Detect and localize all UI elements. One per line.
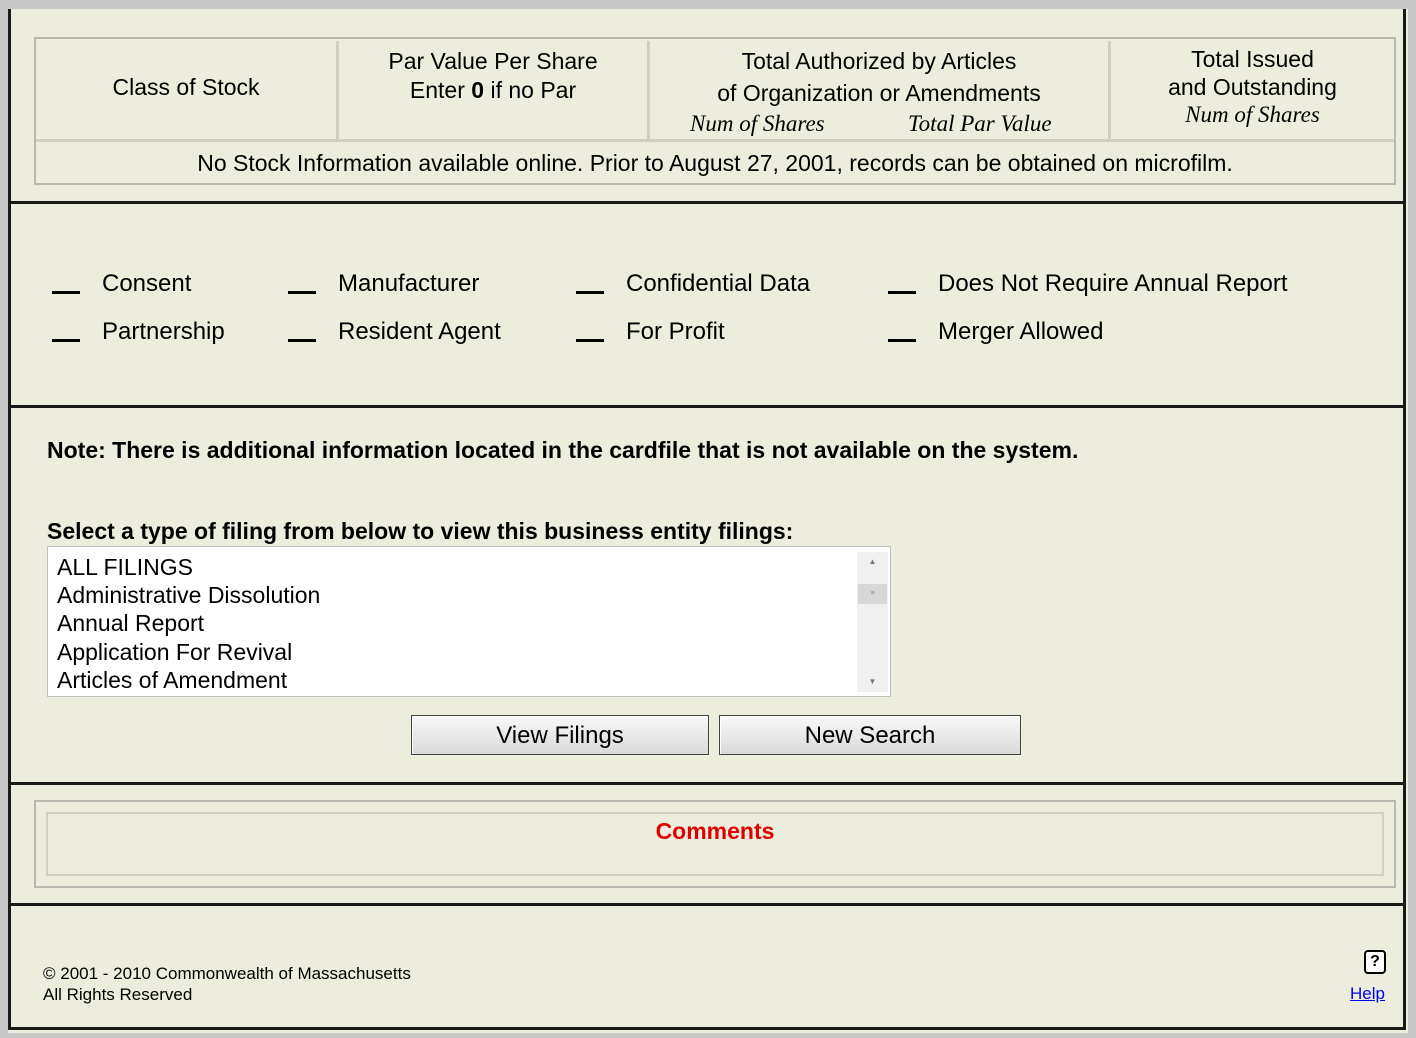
col-total-issued-line2: and Outstanding: [1168, 74, 1337, 100]
flag-confidential-data: Confidential Data: [576, 270, 810, 298]
filing-option[interactable]: ALL FILINGS: [57, 553, 193, 581]
unchecked-mark: [288, 291, 316, 294]
unchecked-mark: [52, 291, 80, 294]
flag-label: Partnership: [102, 318, 225, 345]
flag-resident-agent: Resident Agent: [288, 318, 501, 346]
flag-manufacturer: Manufacturer: [288, 270, 479, 298]
col-total-authorized-subheaders: Num of Shares Total Par Value: [650, 109, 1108, 139]
flag-label: Manufacturer: [338, 270, 480, 297]
scroll-up-icon[interactable]: ▲: [857, 552, 888, 572]
col-par-value-line2: Enter 0 if no Par: [339, 77, 647, 103]
filing-option[interactable]: Articles of Amendment: [57, 666, 287, 694]
col-total-authorized-line2: of Organization or Amendments: [717, 80, 1041, 106]
flag-label: For Profit: [626, 318, 725, 345]
subheader-num-of-shares: Num of Shares: [1185, 102, 1320, 127]
flag-no-annual-report: Does Not Require Annual Report: [888, 270, 1288, 298]
flag-consent: Consent: [52, 270, 191, 298]
flag-partnership: Partnership: [52, 318, 225, 346]
view-filings-button[interactable]: View Filings: [411, 715, 709, 755]
listbox-scrollbar[interactable]: ▲ ≡ ▼: [857, 552, 888, 692]
comments-box: Comments: [34, 800, 1396, 888]
flag-for-profit: For Profit: [576, 318, 725, 346]
flag-label: Does Not Require Annual Report: [938, 270, 1288, 297]
unchecked-mark: [576, 339, 604, 342]
comments-title: Comments: [655, 818, 775, 844]
col-par-value-zero: 0: [471, 77, 485, 103]
col-total-authorized-line1: Total Authorized by Articles: [741, 48, 1017, 74]
scroll-thumb[interactable]: ≡: [858, 584, 887, 604]
section-divider: [8, 1027, 1406, 1030]
copyright-text: © 2001 - 2010 Commonwealth of Massachuse…: [43, 964, 411, 983]
unchecked-mark: [576, 291, 604, 294]
col-total-authorized: Total Authorized by Articles of Organiza…: [650, 45, 1108, 145]
col-total-issued: Total Issued and Outstanding Num of Shar…: [1111, 45, 1394, 145]
filing-option[interactable]: Annual Report: [57, 609, 204, 637]
filing-option[interactable]: Administrative Dissolution: [57, 581, 320, 609]
flag-label: Confidential Data: [626, 270, 811, 297]
unchecked-mark: [888, 291, 916, 294]
col-total-issued-line1: Total Issued: [1191, 46, 1314, 72]
flag-label: Merger Allowed: [938, 318, 1104, 345]
col-par-value-line1: Par Value Per Share: [388, 48, 598, 74]
scroll-down-icon[interactable]: ▼: [857, 672, 888, 692]
filing-option[interactable]: Application For Revival: [57, 638, 292, 666]
no-stock-info-message: No Stock Information available online. P…: [197, 150, 1233, 176]
filing-type-listbox[interactable]: ALL FILINGS Administrative Dissolution A…: [47, 546, 891, 697]
flag-label: Resident Agent: [338, 318, 501, 345]
help-icon[interactable]: ?: [1364, 950, 1386, 974]
unchecked-mark: [888, 339, 916, 342]
col-par-value-text: if no Par: [484, 77, 577, 103]
filing-type-label: Select a type of filing from below to vi…: [47, 518, 794, 544]
subheader-total-par-value: Total Par Value: [908, 111, 1052, 136]
help-link[interactable]: Help: [1350, 984, 1385, 1004]
new-search-button[interactable]: New Search: [719, 715, 1021, 755]
row-divider: [36, 139, 1394, 142]
flag-label: Consent: [102, 270, 192, 297]
footer-copyright: © 2001 - 2010 Commonwealth of Massachuse…: [43, 963, 411, 1005]
rights-text: All Rights Reserved: [43, 985, 193, 1004]
flags-section: [8, 204, 1406, 406]
col-par-value-text: Enter: [409, 77, 472, 103]
unchecked-mark: [52, 339, 80, 342]
col-par-value: Par Value Per Share Enter 0 if no Par: [339, 45, 647, 145]
stock-table: Class of Stock Par Value Per Share Enter…: [34, 37, 1396, 185]
subheader-num-of-shares: Num of Shares: [690, 111, 825, 136]
flag-merger-allowed: Merger Allowed: [888, 318, 1103, 346]
unchecked-mark: [288, 339, 316, 342]
cardfile-note: Note: There is additional information lo…: [47, 437, 1079, 463]
